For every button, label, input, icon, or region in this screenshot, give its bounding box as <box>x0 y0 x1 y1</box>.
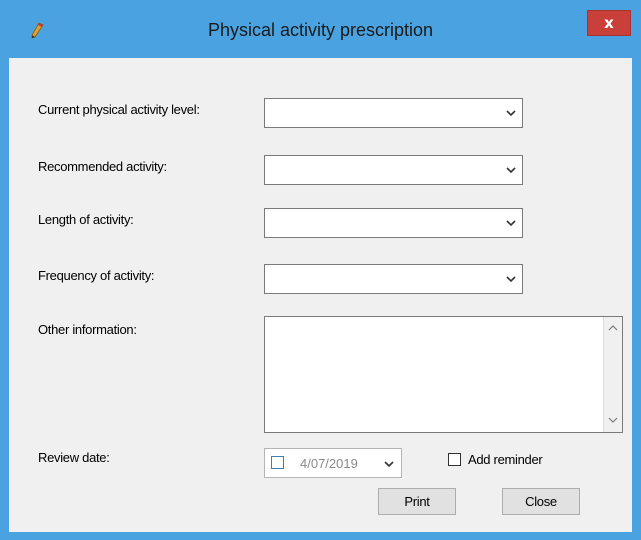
recommended-activity-label: Recommended activity: <box>38 159 167 174</box>
scroll-down-icon[interactable] <box>606 413 620 427</box>
chevron-down-icon <box>506 167 516 174</box>
close-window-button[interactable]: x <box>587 10 631 36</box>
review-date-label: Review date: <box>38 450 110 465</box>
review-date-picker[interactable]: 4/07/2019 <box>264 448 402 478</box>
length-activity-dropdown[interactable] <box>264 208 523 238</box>
length-activity-label: Length of activity: <box>38 212 134 227</box>
other-information-label: Other information: <box>38 322 137 337</box>
chevron-down-icon <box>506 220 516 227</box>
chevron-down-icon[interactable] <box>384 460 394 468</box>
add-reminder-label[interactable]: Add reminder <box>468 452 543 467</box>
dialog-window: Physical activity prescription x Current… <box>0 0 641 540</box>
print-button[interactable]: Print <box>378 488 456 515</box>
scroll-up-icon[interactable] <box>606 321 620 335</box>
current-level-label: Current physical activity level: <box>38 102 200 117</box>
title-bar[interactable]: Physical activity prescription x <box>0 0 641 58</box>
other-information-textarea[interactable] <box>264 316 623 433</box>
close-button[interactable]: Close <box>502 488 580 515</box>
review-date-checkbox[interactable] <box>271 456 284 469</box>
current-level-dropdown[interactable] <box>264 98 523 128</box>
chevron-down-icon <box>506 110 516 117</box>
recommended-activity-dropdown[interactable] <box>264 155 523 185</box>
vertical-scrollbar[interactable] <box>603 317 622 432</box>
chevron-down-icon <box>506 276 516 283</box>
add-reminder-checkbox[interactable] <box>448 453 461 466</box>
window-title: Physical activity prescription <box>207 20 434 40</box>
frequency-activity-dropdown[interactable] <box>264 264 523 294</box>
frequency-activity-label: Frequency of activity: <box>38 268 155 283</box>
dialog-body: Current physical activity level: Recomme… <box>9 58 632 532</box>
review-date-value: 4/07/2019 <box>300 456 358 471</box>
